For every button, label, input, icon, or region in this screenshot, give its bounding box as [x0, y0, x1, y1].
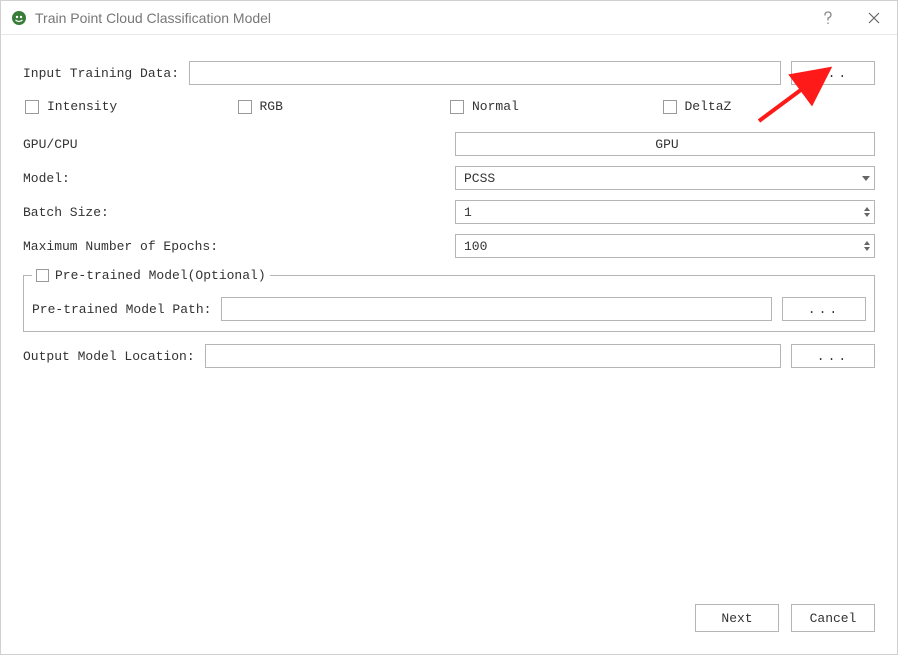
next-button[interactable]: Next — [695, 604, 779, 632]
model-label: Model: — [23, 171, 455, 186]
dialog-window: Train Point Cloud Classification Model I… — [0, 0, 898, 655]
deltaz-checkbox[interactable] — [663, 100, 677, 114]
chevron-down-icon — [862, 167, 870, 189]
input-training-field[interactable] — [189, 61, 781, 85]
gpu-cpu-value: GPU — [655, 137, 678, 152]
max-epochs-label: Maximum Number of Epochs: — [23, 239, 455, 254]
output-browse-button[interactable]: ... — [791, 344, 875, 368]
pretrained-legend: Pre-trained Model(Optional) — [32, 268, 270, 283]
gpu-cpu-select[interactable]: GPU — [455, 132, 875, 156]
spinner-buttons-icon — [864, 201, 870, 223]
batch-size-spinner[interactable]: 1 — [455, 200, 875, 224]
pretrained-browse-button[interactable]: ... — [782, 297, 866, 321]
intensity-label: Intensity — [47, 99, 117, 114]
max-epochs-spinner[interactable]: 100 — [455, 234, 875, 258]
model-value: PCSS — [464, 171, 495, 186]
intensity-checkbox[interactable] — [25, 100, 39, 114]
normal-checkbox[interactable] — [450, 100, 464, 114]
gpu-cpu-label: GPU/CPU — [23, 137, 455, 152]
batch-size-value: 1 — [464, 205, 472, 220]
model-select[interactable]: PCSS — [455, 166, 875, 190]
rgb-label: RGB — [260, 99, 283, 114]
content-area: Input Training Data: ... Intensity RGB N… — [1, 35, 897, 604]
pretrained-path-field[interactable] — [221, 297, 772, 321]
pretrained-enable-checkbox[interactable] — [36, 269, 49, 282]
app-icon — [11, 10, 27, 26]
cancel-button[interactable]: Cancel — [791, 604, 875, 632]
max-epochs-value: 100 — [464, 239, 487, 254]
title-bar: Train Point Cloud Classification Model — [1, 1, 897, 35]
output-location-label: Output Model Location: — [23, 349, 195, 364]
feature-checkbox-row: Intensity RGB Normal DeltaZ — [23, 99, 875, 114]
pretrained-path-label: Pre-trained Model Path: — [32, 302, 211, 317]
pretrained-group: Pre-trained Model(Optional) Pre-trained … — [23, 268, 875, 332]
rgb-checkbox[interactable] — [238, 100, 252, 114]
close-button[interactable] — [851, 1, 897, 35]
normal-label: Normal — [472, 99, 519, 114]
spinner-buttons-icon — [864, 235, 870, 257]
output-location-field[interactable] — [205, 344, 781, 368]
pretrained-group-label: Pre-trained Model(Optional) — [55, 268, 266, 283]
window-title: Train Point Cloud Classification Model — [35, 10, 805, 26]
help-button[interactable] — [805, 1, 851, 35]
input-training-label: Input Training Data: — [23, 66, 179, 81]
batch-size-label: Batch Size: — [23, 205, 455, 220]
dialog-footer: Next Cancel — [1, 604, 897, 654]
deltaz-label: DeltaZ — [685, 99, 732, 114]
input-training-browse-button[interactable]: ... — [791, 61, 875, 85]
